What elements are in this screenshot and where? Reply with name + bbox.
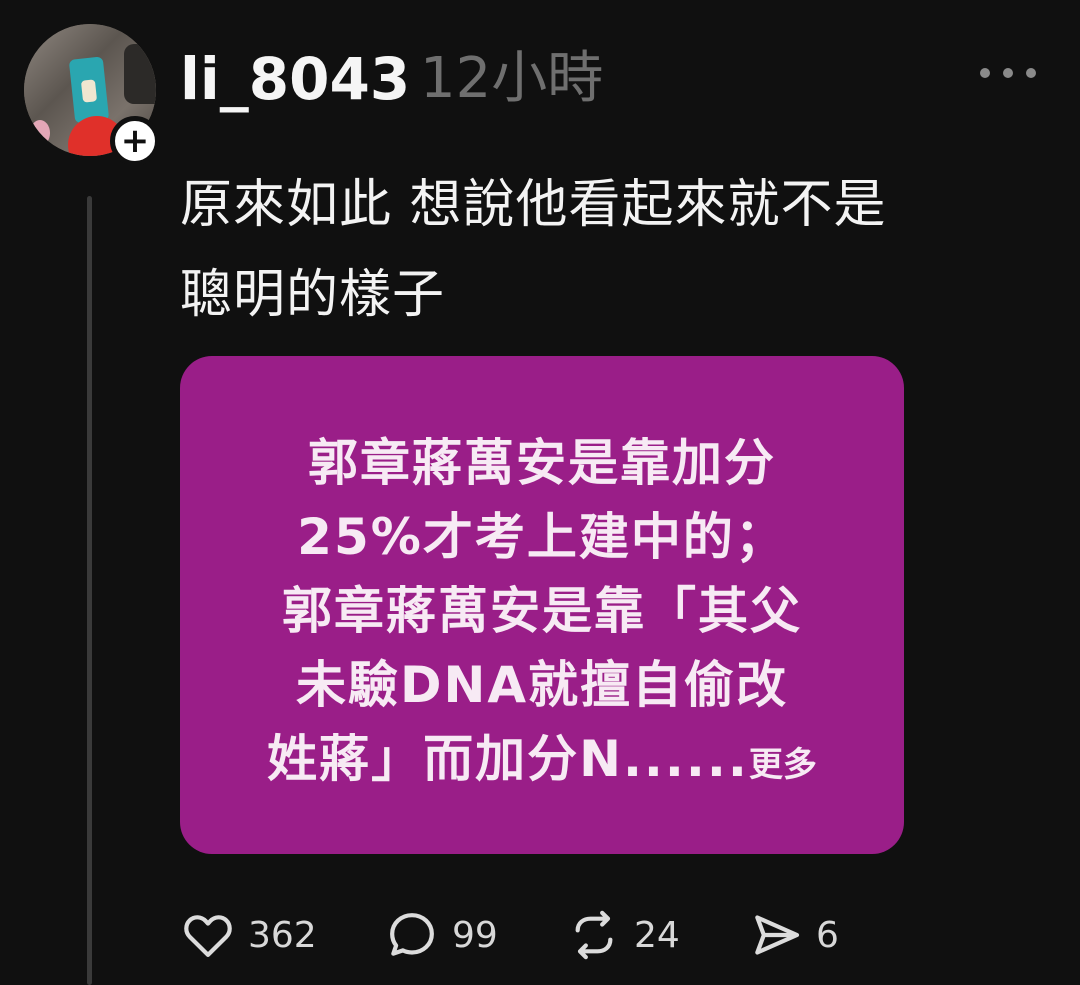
post-text: 原來如此 想說他看起來就不是 聰明的樣子 xyxy=(180,160,1060,340)
more-horizontal-icon xyxy=(980,68,990,78)
avatar-shape xyxy=(80,79,98,103)
thread-line xyxy=(87,196,92,985)
heart-icon xyxy=(184,915,232,957)
image-more-link[interactable]: 更多 xyxy=(749,745,817,785)
repost-button[interactable]: 24 xyxy=(566,900,680,970)
follow-plus-icon[interactable]: + xyxy=(110,116,160,166)
comment-bubble-icon xyxy=(390,913,434,956)
post-image[interactable]: 郭章蔣萬安是靠加分 25%才考上建中的； 郭章蔣萬安是靠「其父 未驗DNA就擅自… xyxy=(180,356,904,854)
action-bar: 362 99 24 6 xyxy=(180,900,880,970)
more-options-button[interactable] xyxy=(980,58,1036,88)
image-text-line: 姓蔣」而加分N...... xyxy=(267,730,749,788)
image-text: 郭章蔣萬安是靠加分 25%才考上建中的； 郭章蔣萬安是靠「其父 未驗DNA就擅自… xyxy=(180,426,904,802)
post-time: 12小時 xyxy=(420,46,604,111)
image-text-line: 25%才考上建中的； xyxy=(297,508,787,566)
username[interactable]: li_8043 xyxy=(180,44,410,114)
share-count: 6 xyxy=(816,914,839,956)
share-button[interactable]: 6 xyxy=(748,900,839,970)
avatar-shape xyxy=(30,120,50,146)
comment-button[interactable]: 99 xyxy=(384,900,498,970)
thread-post: + li_8043 12小時 原來如此 想說他看起來就不是 聰明的樣子 郭章蔣萬… xyxy=(0,0,1080,985)
post-text-line: 聰明的樣子 xyxy=(180,265,446,325)
image-text-line: 郭章蔣萬安是靠「其父 xyxy=(282,582,802,640)
image-text-line: 未驗DNA就擅自偷改 xyxy=(295,656,789,714)
image-text-line: 郭章蔣萬安是靠加分 xyxy=(308,434,776,492)
image-text-line-last: 姓蔣」而加分N......更多 xyxy=(180,722,904,802)
repost-count: 24 xyxy=(634,914,680,956)
comment-count: 99 xyxy=(452,914,498,956)
more-horizontal-icon xyxy=(1003,68,1013,78)
post-text-line: 原來如此 想說他看起來就不是 xyxy=(180,175,887,235)
avatar-shape xyxy=(124,44,156,104)
like-button[interactable]: 362 xyxy=(180,900,317,970)
like-count: 362 xyxy=(248,914,317,956)
repost-icon xyxy=(575,910,613,960)
more-horizontal-icon xyxy=(1026,68,1036,78)
send-icon xyxy=(755,915,800,955)
